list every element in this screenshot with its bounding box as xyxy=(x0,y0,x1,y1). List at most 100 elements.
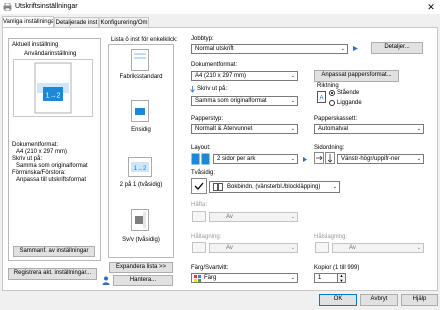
chevron-down-icon: ⌄ xyxy=(340,46,345,52)
window-title: Utskriftsinställningar xyxy=(15,3,78,10)
orientation-landscape-label: Liggande xyxy=(337,100,362,106)
document-size-label: Dokumentformat: xyxy=(191,62,238,68)
orientation-portrait-radio[interactable] xyxy=(329,90,335,96)
chevron-down-icon: ⌄ xyxy=(290,126,295,132)
chevron-down-icon: ⌄ xyxy=(290,98,295,104)
layout-select[interactable]: 2 sidor per ark ⌄ xyxy=(213,154,298,164)
current-preview-text: 1→2 xyxy=(46,93,61,100)
document-size-value: A4 (210 x 297 mm) xyxy=(195,73,247,79)
chevron-down-icon: ⌄ xyxy=(290,275,295,281)
print-on-select[interactable]: Samma som originalformat ⌄ xyxy=(191,96,298,106)
duplex-select[interactable]: Bokbindn. (vänsterbl./blockläpping) ⌄ xyxy=(209,181,340,193)
staple-select[interactable]: Av ⌄ xyxy=(209,212,298,222)
layout-label: Layout: xyxy=(191,145,211,151)
title-bar: Utskriftsinställningar ✕ xyxy=(0,0,440,14)
two-up-layout-icon xyxy=(191,153,210,165)
document-size-select[interactable]: A4 (210 x 297 mm) ⌄ xyxy=(191,71,298,81)
duplex-label: Tvåsidig: xyxy=(191,170,216,176)
stepper-down-icon[interactable]: ▼ xyxy=(338,278,345,284)
chevron-down-icon: ⌄ xyxy=(332,184,337,190)
paper-type-value: Normalt & Återvunnet xyxy=(195,126,253,132)
chevron-down-icon: ⌄ xyxy=(290,214,295,220)
orientation-landscape-radio[interactable] xyxy=(329,100,335,106)
help-button[interactable]: Hjälp xyxy=(401,294,438,306)
punch-select[interactable]: Av ⌄ xyxy=(209,243,298,253)
portrait-page-icon: A xyxy=(317,91,326,103)
ok-button[interactable]: OK xyxy=(319,294,357,306)
summary-line: Samma som originalformat xyxy=(16,163,88,169)
duplex-checkbox[interactable] xyxy=(191,178,207,194)
summary-line: Förminska/Förstora: xyxy=(12,170,66,176)
factory-default-icon xyxy=(131,49,149,71)
chevron-down-icon: ⌄ xyxy=(290,73,295,79)
hole-select[interactable]: Av ⌄ xyxy=(332,243,424,253)
paper-tray-value: Automatval xyxy=(318,126,349,132)
chevron-down-icon: ⌄ xyxy=(290,245,295,251)
paper-type-select[interactable]: Normalt & Återvunnet ⌄ xyxy=(191,124,298,134)
color-mode-select[interactable]: Färg ⌄ xyxy=(191,273,298,283)
checkmark-icon xyxy=(194,182,204,190)
copies-stepper[interactable]: ▲ ▼ xyxy=(338,273,346,283)
staple-icon xyxy=(192,211,206,222)
summary-line: Anpassa till utskriftsformat xyxy=(16,177,87,183)
summary-line: A4 (210 x 297 mm) xyxy=(16,149,68,155)
book-binding-icon xyxy=(213,183,223,191)
single-sided-icon xyxy=(131,100,149,122)
two-up-duplex-icon: 1→2 xyxy=(128,157,152,177)
summary-line: Skriv ut på: xyxy=(12,156,43,162)
manage-button[interactable]: Hantera... xyxy=(113,275,173,286)
page-order-value: Vänstr-högr/uppifr-ner xyxy=(341,156,400,162)
duplex-value: Bokbindn. (vänsterbl./blockläpping) xyxy=(227,184,321,190)
user-icon xyxy=(102,276,110,285)
chevron-down-icon: ⌄ xyxy=(416,245,421,251)
one-click-item-factory-default[interactable]: Fabriksstandard xyxy=(108,73,174,81)
copies-label: Kopior (1 till 999) xyxy=(314,265,360,271)
current-setting-name: Användarinställning xyxy=(24,51,77,57)
page-order-icon xyxy=(314,152,335,164)
paper-tray-select[interactable]: Automatval ⌄ xyxy=(314,124,424,134)
staple-label: Häfta: xyxy=(191,202,208,208)
punch-value: Av xyxy=(226,245,233,251)
print-on-label: Skriv ut på: xyxy=(197,86,228,92)
two-up-preview-text: 1→2 xyxy=(134,166,147,172)
current-setting-preview: 1→2 xyxy=(13,59,93,117)
one-click-item-single-sided[interactable]: Ensidig xyxy=(108,126,174,134)
paper-type-label: Papperstyp: xyxy=(191,116,224,122)
copies-value: 1 xyxy=(318,275,322,281)
chevron-down-icon: ⌄ xyxy=(416,156,421,162)
orientation-portrait-label: Stående xyxy=(337,90,360,96)
tab-bar: Vanliga inställningar Detaljerade inst K… xyxy=(0,14,440,28)
one-click-item-bw-duplex[interactable]: Sv/v (tvåsidig) xyxy=(108,236,174,244)
page-order-label: Sidordning: xyxy=(314,145,345,151)
copies-input[interactable]: 1 xyxy=(314,273,338,283)
chevron-down-icon: ⌄ xyxy=(416,126,421,132)
job-type-label: Jobbtyp: xyxy=(191,36,214,42)
paper-tray-label: Papperskassett: xyxy=(314,116,358,122)
bw-duplex-icon xyxy=(131,209,149,231)
current-setting-label: Aktuell inställning xyxy=(12,42,59,48)
color-mode-value: Färg xyxy=(204,275,217,281)
register-settings-button[interactable]: Registrera akt. inställningar... xyxy=(8,268,97,280)
arrow-right-icon xyxy=(303,157,307,162)
hole-label: Hålslagning: xyxy=(314,234,348,240)
expand-list-button[interactable]: Expandera lista >> xyxy=(109,262,173,273)
job-type-select[interactable]: Normal utskrift ⌄ xyxy=(191,44,348,54)
hole-value: Av xyxy=(349,245,356,251)
one-click-list-label: Lista ö inst för enkelklick: xyxy=(111,37,178,43)
details-button[interactable]: Detaljer... xyxy=(371,42,423,54)
page-order-select[interactable]: Vänstr-högr/uppifr-ner ⌄ xyxy=(337,154,424,164)
one-click-item-two-up-duplex[interactable]: 2 på 1 (tvåsidig) xyxy=(108,181,174,189)
close-icon[interactable]: ✕ xyxy=(425,1,437,13)
custom-paper-size-button[interactable]: Anpassat pappersformat... xyxy=(314,70,399,82)
current-setting-summary: Dokumentformat: A4 (210 x 297 mm) Skriv … xyxy=(12,142,98,184)
summary-line: Dokumentformat: xyxy=(12,142,59,148)
settings-summary-button[interactable]: Sammanf. av inställningar xyxy=(13,246,95,257)
print-on-value: Samma som originalformat xyxy=(195,98,267,104)
punch-label: Håltagning: xyxy=(191,234,222,240)
layout-value: 2 sidor per ark xyxy=(217,156,256,162)
hole-icon xyxy=(315,242,329,253)
cancel-button[interactable]: Avbryt xyxy=(360,294,398,306)
printer-icon xyxy=(3,3,12,11)
color-print-icon xyxy=(194,275,201,282)
punch-icon xyxy=(192,242,206,253)
